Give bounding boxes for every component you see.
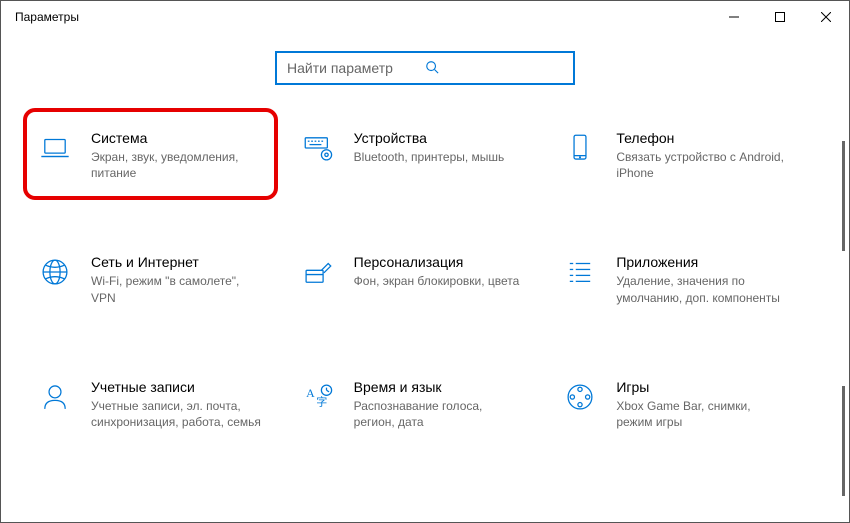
tile-title: Время и язык [354, 379, 524, 395]
tile-accounts[interactable]: Учетные записи Учетные записи, эл. почта… [31, 369, 294, 438]
maximize-button[interactable] [757, 1, 803, 33]
svg-text:A: A [306, 386, 315, 400]
settings-grid: Система Экран, звук, уведомления, питани… [1, 120, 849, 438]
tile-title: Персонализация [354, 254, 520, 270]
tile-title: Приложения [616, 254, 786, 270]
tile-title: Система [91, 130, 261, 146]
tile-desc: Bluetooth, принтеры, мышь [354, 149, 505, 165]
titlebar: Параметры [1, 1, 849, 33]
tile-desc: Xbox Game Bar, снимки, режим игры [616, 398, 786, 430]
tile-gaming[interactable]: Игры Xbox Game Bar, снимки, режим игры [556, 369, 819, 438]
tile-title: Устройства [354, 130, 505, 146]
keyboard-icon [298, 128, 338, 168]
window-title: Параметры [15, 10, 79, 24]
tile-desc: Удаление, значения по умолчанию, доп. ко… [616, 273, 786, 305]
svg-text:字: 字 [316, 394, 327, 408]
tile-personalization[interactable]: Персонализация Фон, экран блокировки, цв… [294, 244, 557, 313]
tile-title: Игры [616, 379, 786, 395]
close-button[interactable] [803, 1, 849, 33]
tile-network[interactable]: Сеть и Интернет Wi-Fi, режим "в самолете… [31, 244, 294, 313]
scrollbar[interactable] [842, 386, 845, 496]
tile-title: Телефон [616, 130, 786, 146]
tile-desc: Учетные записи, эл. почта, синхронизация… [91, 398, 261, 430]
apps-icon [560, 252, 600, 292]
tile-desc: Распознавание голоса, регион, дата [354, 398, 524, 430]
gaming-icon [560, 377, 600, 417]
laptop-icon [35, 128, 75, 168]
tile-title: Учетные записи [91, 379, 261, 395]
tile-title: Сеть и Интернет [91, 254, 261, 270]
tile-desc: Связать устройство с Android, iPhone [616, 149, 786, 181]
tile-desc: Wi-Fi, режим "в самолете", VPN [91, 273, 261, 305]
person-icon [35, 377, 75, 417]
tile-devices[interactable]: Устройства Bluetooth, принтеры, мышь [294, 120, 557, 189]
search-icon [425, 60, 563, 77]
tile-time-language[interactable]: A字 Время и язык Распознавание голоса, ре… [294, 369, 557, 438]
search-placeholder: Найти параметр [287, 60, 425, 76]
scrollbar[interactable] [842, 141, 845, 251]
tile-desc: Фон, экран блокировки, цвета [354, 273, 520, 289]
tile-apps[interactable]: Приложения Удаление, значения по умолчан… [556, 244, 819, 313]
tile-phone[interactable]: Телефон Связать устройство с Android, iP… [556, 120, 819, 189]
tile-system[interactable]: Система Экран, звук, уведомления, питани… [31, 120, 294, 189]
paint-icon [298, 252, 338, 292]
phone-icon [560, 128, 600, 168]
minimize-button[interactable] [711, 1, 757, 33]
time-language-icon: A字 [298, 377, 338, 417]
search-input[interactable]: Найти параметр [275, 51, 575, 85]
tile-desc: Экран, звук, уведомления, питание [91, 149, 261, 181]
globe-icon [35, 252, 75, 292]
settings-window: Параметры Найти параметр [0, 0, 850, 523]
